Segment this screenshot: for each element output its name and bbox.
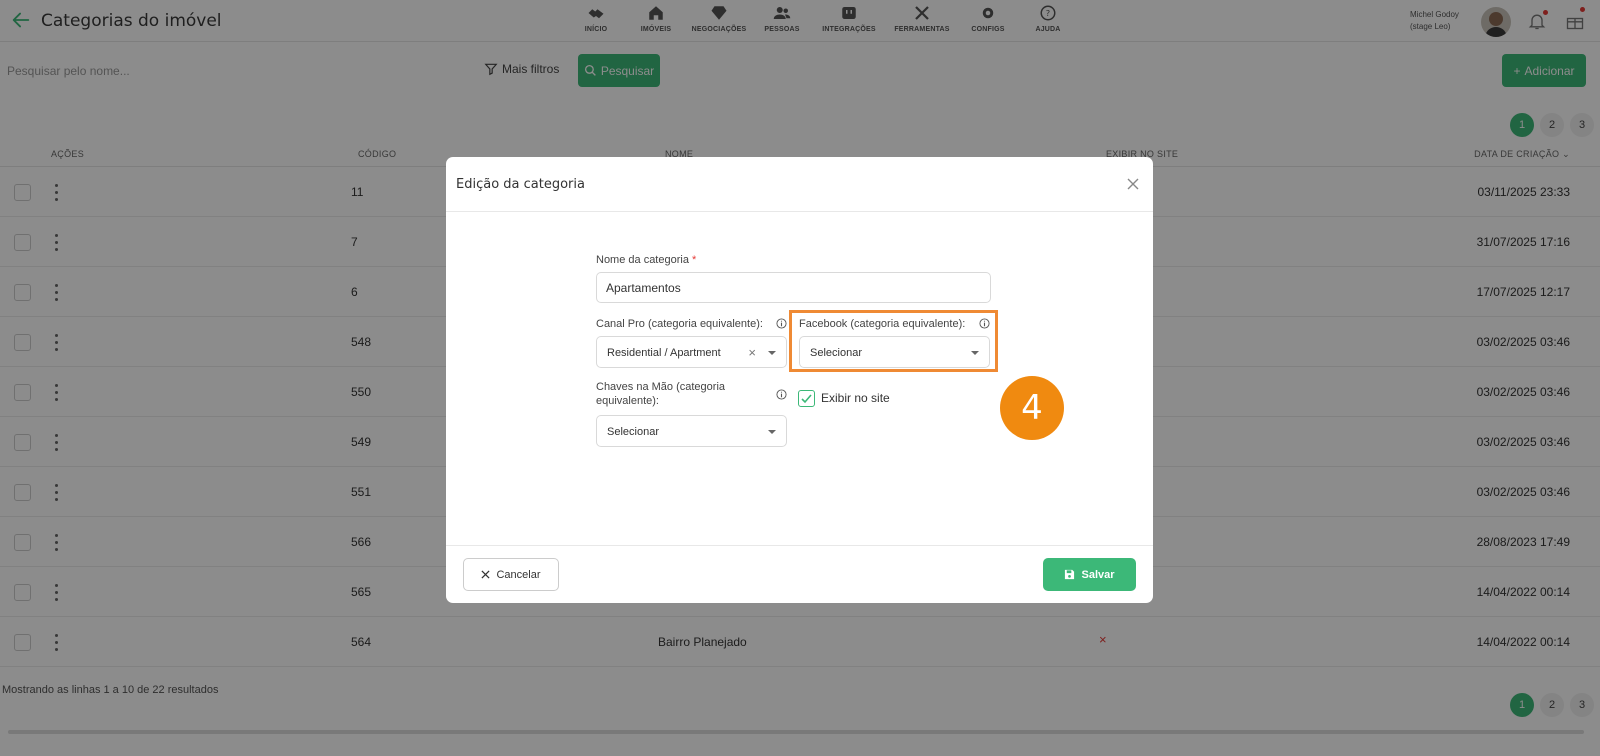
category-name-label: Nome da categoria *: [596, 254, 697, 266]
check-icon: [801, 394, 812, 404]
chaves-na-mao-select[interactable]: Selecionar: [596, 415, 787, 447]
info-icon[interactable]: [776, 318, 787, 329]
show-on-site-checkbox[interactable]: [798, 390, 815, 407]
save-button[interactable]: Salvar: [1043, 558, 1136, 591]
cancel-button[interactable]: Cancelar: [463, 558, 559, 591]
category-name-input[interactable]: [596, 272, 991, 303]
highlight-box: [789, 310, 998, 372]
caret-down-icon: [768, 351, 776, 355]
save-icon: [1065, 569, 1075, 580]
info-icon[interactable]: [776, 389, 787, 400]
step-badge: 4: [1000, 376, 1064, 440]
close-icon[interactable]: [1127, 178, 1139, 190]
caret-down-icon: [768, 430, 776, 434]
show-on-site-label: Exibir no site: [821, 391, 890, 405]
modal-title: Edição da categoria: [456, 177, 585, 192]
chaves-na-mao-label: Chaves na Mão (categoria equivalente):: [596, 381, 726, 407]
clear-icon[interactable]: ×: [748, 345, 756, 360]
canal-pro-label: Canal Pro (categoria equivalente):: [596, 318, 763, 330]
close-icon: [481, 570, 491, 579]
canal-pro-select[interactable]: Residential / Apartment ×: [596, 336, 787, 368]
modal-header: Edição da categoria: [446, 157, 1153, 212]
